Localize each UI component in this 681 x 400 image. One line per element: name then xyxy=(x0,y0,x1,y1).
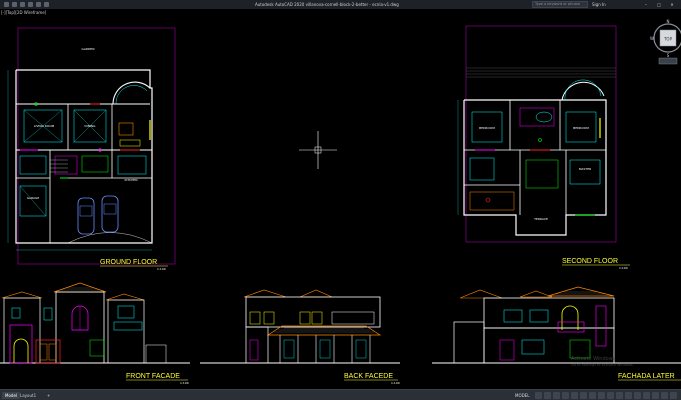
grid-icon[interactable] xyxy=(535,392,542,399)
front-facade-scale: 1:100 xyxy=(180,381,189,385)
room-label-bedroom1: BEDROOM xyxy=(479,126,495,130)
front-facade-elevation: FRONT FACADE 1:100 xyxy=(0,282,190,385)
viewcube-north[interactable]: N xyxy=(667,19,670,24)
room-label-garden: GARDEN xyxy=(82,47,95,51)
ground-floor-plan: GARDEN LIVING ROOM DINING KITCHEN GARAGE… xyxy=(7,27,176,271)
polar-icon[interactable] xyxy=(562,392,569,399)
status-menu-icon[interactable] xyxy=(661,392,668,399)
second-floor-title: SECOND FLOOR xyxy=(562,258,618,265)
lineweight-icon[interactable] xyxy=(580,392,587,399)
side-facade-title: FACHADA LATER xyxy=(618,373,675,380)
model-space-toggle[interactable]: MODEL xyxy=(515,392,529,399)
status-tools xyxy=(535,392,677,399)
room-label-master: MASTER xyxy=(579,167,591,171)
second-floor-plan: BEDROOM BEDROOM TERRACE MASTER SECOND FL… xyxy=(457,25,630,270)
ground-floor-scale: 1:100 xyxy=(157,267,166,271)
back-facade-elevation: BACK FACEDE 1:100 xyxy=(200,289,400,385)
status-bar: Model Layout1 + MODEL xyxy=(0,389,681,400)
clean-screen-icon[interactable] xyxy=(634,392,641,399)
room-label-garage: GARAGE xyxy=(27,196,40,200)
isolate-icon[interactable] xyxy=(616,392,623,399)
watermark-line2: Go to Settings to activate Windows. xyxy=(571,363,634,367)
room-label-kitchen: KITCHEN xyxy=(125,178,138,182)
room-label-living: LIVING ROOM xyxy=(34,124,55,128)
front-facade-title: FRONT FACADE xyxy=(126,373,180,380)
ground-floor-title: GROUND FLOOR xyxy=(100,259,157,266)
wcs-menu[interactable] xyxy=(658,57,678,65)
viewcube[interactable]: TOP N S W xyxy=(650,19,681,65)
add-layout-button[interactable]: + xyxy=(44,392,53,399)
extra-tool-icon[interactable] xyxy=(670,392,677,399)
viewcube-top-face[interactable]: TOP xyxy=(663,37,673,42)
hardware-accel-icon[interactable] xyxy=(625,392,632,399)
annotation-scale-icon[interactable] xyxy=(589,392,596,399)
back-facade-title: BACK FACEDE xyxy=(344,373,393,380)
activation-watermark: Activate Windows Go to Settings to activ… xyxy=(571,356,634,368)
second-floor-scale: 1:100 xyxy=(619,266,628,270)
snap-icon[interactable] xyxy=(544,392,551,399)
fullscreen-icon[interactable] xyxy=(652,392,659,399)
drawing-canvas[interactable]: GARDEN LIVING ROOM DINING KITCHEN GARAGE… xyxy=(0,0,681,389)
ortho-icon[interactable] xyxy=(553,392,560,399)
osnap-icon[interactable] xyxy=(571,392,578,399)
viewcube-south[interactable]: S xyxy=(667,53,670,58)
workspace-gear-icon[interactable] xyxy=(598,392,605,399)
back-facade-scale: 1:100 xyxy=(391,381,400,385)
room-label-bedroom2: BEDROOM xyxy=(573,126,589,130)
crosshair-cursor xyxy=(299,131,337,169)
room-label-terrace: TERRACE xyxy=(533,217,548,221)
units-icon[interactable] xyxy=(607,392,614,399)
tab-layout1[interactable]: Layout1 xyxy=(17,392,39,399)
room-label-dining: DINING xyxy=(85,124,97,128)
viewcube-west[interactable]: W xyxy=(650,36,654,41)
customize-menu-icon[interactable] xyxy=(643,392,650,399)
side-facade-elevation: FACHADA LATER xyxy=(432,286,681,381)
